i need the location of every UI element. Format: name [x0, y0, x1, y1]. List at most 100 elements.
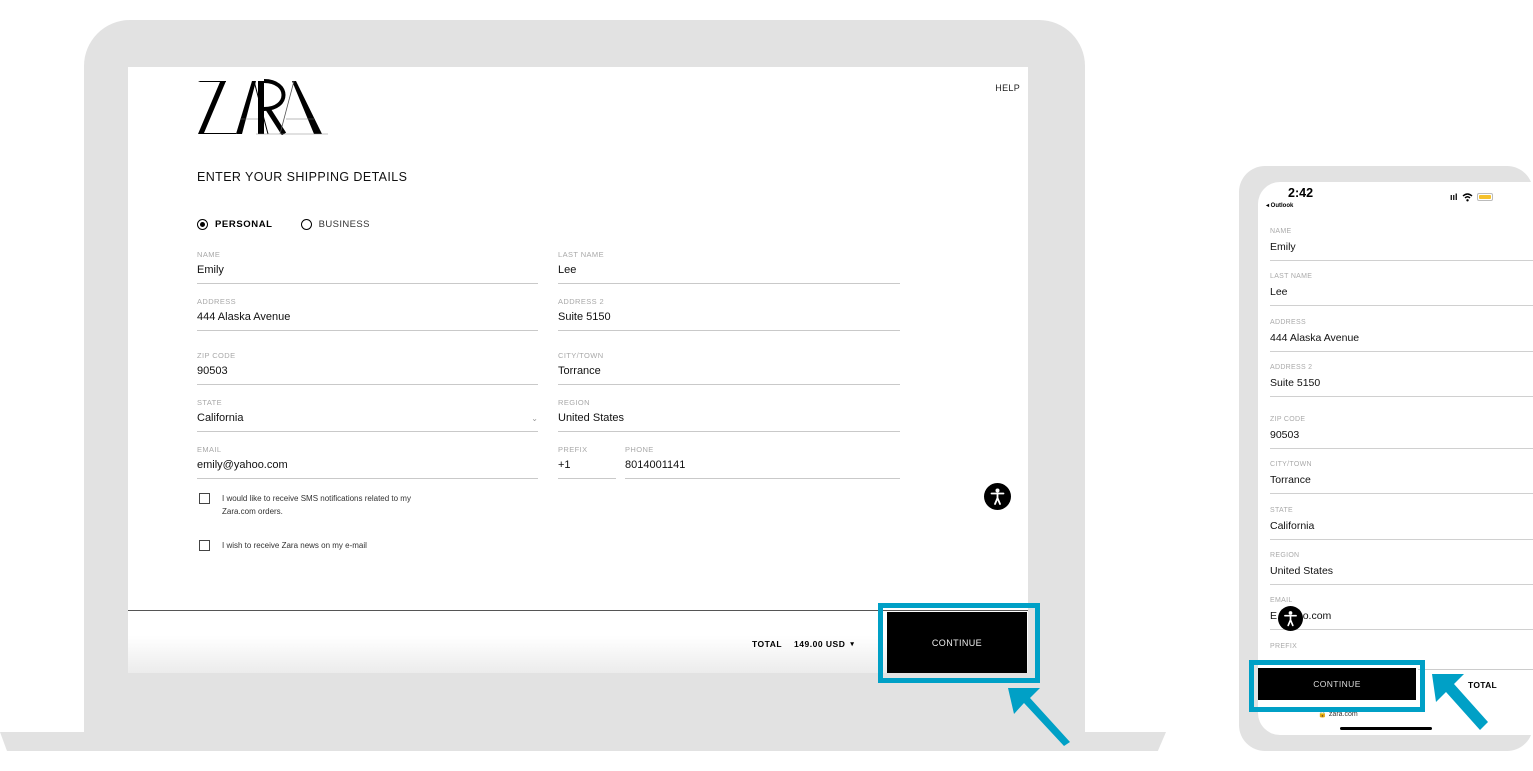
sms-checkbox[interactable] — [199, 493, 210, 504]
last-name-field[interactable]: LAST NAME Lee — [558, 250, 900, 284]
address2-field[interactable]: ADDRESS 2 Suite 5150 — [558, 297, 900, 331]
laptop-base — [0, 732, 1166, 751]
total-amount: 149.00 USD — [794, 639, 846, 649]
field-label: NAME — [197, 250, 221, 259]
state-value[interactable]: California — [197, 412, 243, 424]
radio-checked-icon[interactable] — [197, 219, 208, 230]
customer-type-radio-group: PERSONAL BUSINESS — [197, 219, 398, 230]
name-input[interactable]: Emily — [197, 264, 224, 276]
mobile-last-name-field[interactable]: LAST NAME Lee — [1270, 273, 1533, 306]
mobile-region-field[interactable]: REGION United States — [1270, 552, 1533, 585]
field-label: LAST NAME — [1270, 273, 1313, 280]
newsletter-opt-in[interactable]: I wish to receive Zara news on my e-mail — [199, 539, 367, 552]
field-label: REGION — [558, 398, 590, 407]
radio-business[interactable]: BUSINESS — [300, 219, 370, 230]
order-total[interactable]: TOTAL 149.00 USD ▾ — [752, 639, 854, 649]
state-value[interactable]: California — [1270, 520, 1314, 532]
help-link[interactable]: HELP — [995, 83, 1020, 93]
prefix-input[interactable]: +1 — [558, 459, 571, 471]
home-indicator[interactable] — [1340, 727, 1432, 730]
mobile-name-field[interactable]: NAME Emily — [1270, 228, 1533, 261]
mobile-email-field[interactable]: EMAIL E yahoo.com — [1270, 597, 1533, 630]
city-input[interactable]: Torrance — [558, 365, 601, 377]
prefix-label: PREFIX — [1270, 643, 1298, 650]
address2-input[interactable]: Suite 5150 — [1270, 377, 1320, 389]
address-input[interactable]: 444 Alaska Avenue — [1270, 332, 1359, 344]
footer-divider — [1418, 669, 1533, 670]
checkbox-label-line: I would like to receive SMS notification… — [222, 494, 411, 503]
phone-input[interactable]: 8014001141 — [625, 459, 685, 471]
arrow-pointer-icon — [1432, 674, 1488, 730]
accessibility-button[interactable] — [984, 483, 1011, 510]
field-label: CITY/TOWN — [558, 351, 604, 360]
state-select[interactable]: STATE California ⌄ — [197, 398, 538, 432]
field-label: ADDRESS — [1270, 319, 1306, 326]
field-label: STATE — [1270, 507, 1294, 514]
mobile-zip-field[interactable]: ZIP CODE 90503 — [1270, 416, 1533, 449]
arrow-pointer-icon — [1008, 688, 1070, 746]
field-label: ZIP CODE — [197, 351, 236, 360]
email-input[interactable]: emily@yahoo.com — [197, 459, 288, 471]
page-title: ENTER YOUR SHIPPING DETAILS — [197, 170, 408, 184]
caret-down-icon[interactable]: ▾ — [850, 640, 854, 648]
radio-label: PERSONAL — [215, 219, 273, 230]
status-icons: ııl — [1450, 192, 1493, 202]
checkbox-label: I would like to receive SMS notification… — [222, 492, 411, 518]
field-label: EMAIL — [1270, 597, 1293, 604]
mobile-address2-field[interactable]: ADDRESS 2 Suite 5150 — [1270, 364, 1533, 397]
field-label: ADDRESS — [197, 297, 237, 306]
wifi-icon — [1462, 192, 1472, 201]
back-to-outlook-link[interactable]: ◂ Outlook — [1266, 202, 1293, 209]
phone-field[interactable]: PHONE 8014001141 — [625, 445, 900, 479]
name-input[interactable]: Emily — [1270, 241, 1296, 253]
signal-icon: ııl — [1450, 192, 1458, 202]
battery-icon — [1476, 193, 1493, 201]
prefix-field[interactable]: PREFIX +1 — [558, 445, 616, 479]
radio-personal[interactable]: PERSONAL — [197, 219, 273, 230]
field-label: STATE — [197, 398, 223, 407]
accessibility-icon — [990, 488, 1005, 505]
field-label: REGION — [1270, 552, 1300, 559]
address2-input[interactable]: Suite 5150 — [558, 311, 611, 323]
last-name-input[interactable]: Lee — [1270, 286, 1288, 298]
mobile-address-field[interactable]: ADDRESS 444 Alaska Avenue — [1270, 319, 1533, 352]
region-input[interactable]: United States — [558, 412, 624, 424]
accessibility-icon — [1284, 611, 1297, 627]
field-label: PHONE — [625, 445, 654, 454]
email-field[interactable]: EMAIL emily@yahoo.com — [197, 445, 538, 479]
last-name-input[interactable]: Lee — [558, 264, 576, 276]
status-time: 2:42 — [1288, 186, 1314, 200]
name-field[interactable]: NAME Emily — [197, 250, 538, 284]
address-field[interactable]: ADDRESS 444 Alaska Avenue — [197, 297, 538, 331]
field-label: PREFIX — [558, 445, 588, 454]
mobile-state-field[interactable]: STATE California — [1270, 507, 1533, 540]
mobile-checkout-screen: 2:42 ◂ Outlook ııl NAME Emily LAST NAME … — [1258, 182, 1533, 735]
mobile-city-field[interactable]: CITY/TOWN Torrance — [1270, 461, 1533, 494]
city-field[interactable]: CITY/TOWN Torrance — [558, 351, 900, 385]
region-input[interactable]: United States — [1270, 565, 1333, 577]
field-label: LAST NAME — [558, 250, 604, 259]
region-field[interactable]: REGION United States — [558, 398, 900, 432]
desktop-checkout-screen: ZARA HELP ENTER YOUR SHIPPING DETAILS PE… — [128, 67, 1028, 673]
zip-code-input[interactable]: 90503 — [197, 365, 228, 377]
radio-label: BUSINESS — [318, 219, 370, 230]
city-input[interactable]: Torrance — [1270, 474, 1311, 486]
sms-opt-in[interactable]: I would like to receive SMS notification… — [199, 492, 411, 518]
field-label: NAME — [1270, 228, 1292, 235]
radio-unchecked-icon[interactable] — [300, 219, 312, 230]
field-label: EMAIL — [197, 445, 222, 454]
continue-highlight-box — [878, 603, 1040, 683]
chevron-down-icon[interactable]: ⌄ — [531, 414, 538, 423]
checkbox-label-line: Zara.com orders. — [222, 507, 283, 516]
field-label: ADDRESS 2 — [558, 297, 605, 306]
field-label: CITY/TOWN — [1270, 461, 1312, 468]
zip-code-input[interactable]: 90503 — [1270, 429, 1299, 441]
zip-code-field[interactable]: ZIP CODE 90503 — [197, 351, 538, 385]
field-label: ZIP CODE — [1270, 416, 1306, 423]
total-label: TOTAL — [752, 639, 783, 649]
address-input[interactable]: 444 Alaska Avenue — [197, 311, 290, 323]
checkbox-label: I wish to receive Zara news on my e-mail — [222, 541, 367, 550]
zara-logo: ZARA — [198, 79, 328, 135]
accessibility-button[interactable] — [1278, 606, 1303, 631]
newsletter-checkbox[interactable] — [199, 540, 210, 551]
